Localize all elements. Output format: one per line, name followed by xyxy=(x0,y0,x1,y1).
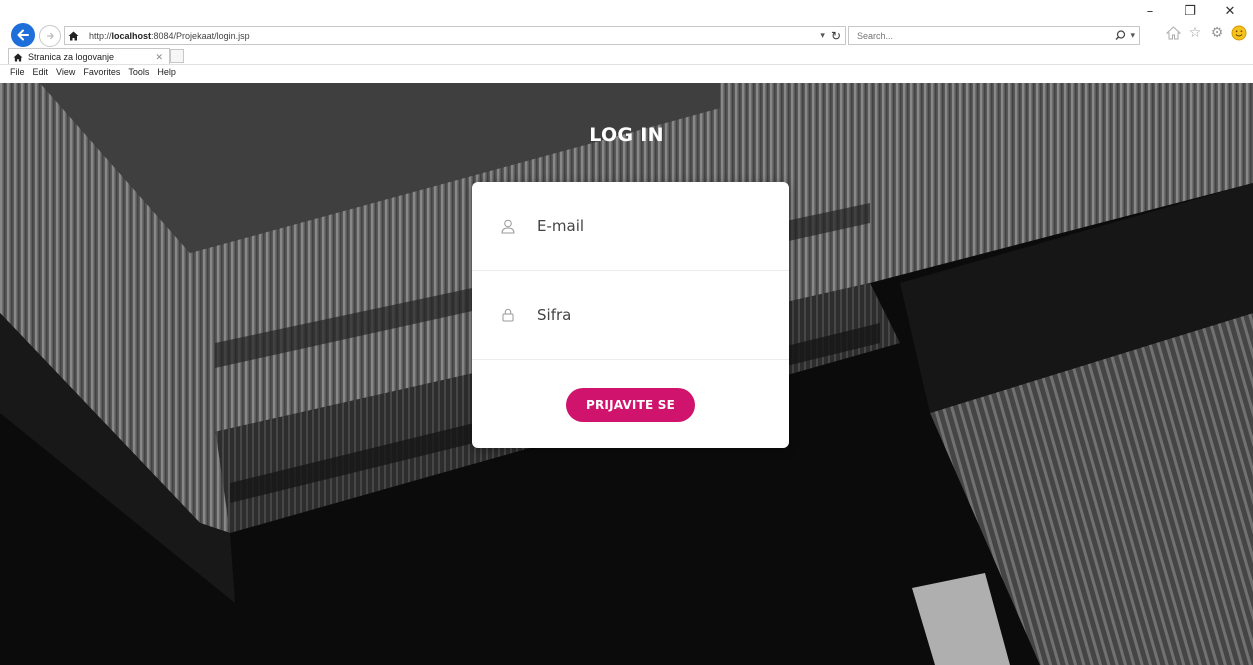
search-input[interactable] xyxy=(855,29,1089,42)
tab-strip-divider xyxy=(0,64,1253,65)
url-text[interactable]: http://localhost:8084/Projekaat/login.js… xyxy=(89,31,250,41)
minimize-button[interactable]: – xyxy=(1141,4,1159,19)
menu-view[interactable]: View xyxy=(56,67,75,77)
browser-chrome: – ❐ ✕ http://localhost:8084/Projekaat/lo… xyxy=(0,0,1253,84)
close-window-button[interactable]: ✕ xyxy=(1221,4,1239,19)
menu-favorites[interactable]: Favorites xyxy=(83,67,120,77)
browser-tab[interactable]: Stranica za logovanje ✕ xyxy=(8,48,170,65)
email-input[interactable] xyxy=(535,216,769,236)
address-bar[interactable]: http://localhost:8084/Projekaat/login.js… xyxy=(64,26,846,45)
forward-button[interactable] xyxy=(39,25,61,47)
tab-title: Stranica za logovanje xyxy=(28,52,115,62)
home-icon[interactable] xyxy=(1165,25,1181,41)
settings-gear-icon[interactable]: ⚙ xyxy=(1209,25,1225,41)
back-arrow-icon xyxy=(17,29,29,41)
forward-arrow-icon xyxy=(47,32,54,40)
smiley-feedback-icon[interactable] xyxy=(1231,25,1247,41)
refresh-icon[interactable]: ↻ xyxy=(831,29,841,43)
home-page-icon xyxy=(68,31,82,41)
login-submit-button[interactable]: PRIJAVITE SE xyxy=(566,388,695,422)
menu-help[interactable]: Help xyxy=(157,67,176,77)
search-box[interactable]: ▾ xyxy=(848,26,1140,45)
new-tab-button[interactable] xyxy=(170,49,184,63)
window-controls: – ❐ ✕ xyxy=(1141,4,1239,19)
user-icon xyxy=(500,219,516,234)
restore-button[interactable]: ❐ xyxy=(1181,4,1199,19)
lock-icon xyxy=(500,308,516,322)
menu-edit[interactable]: Edit xyxy=(33,67,49,77)
search-icon[interactable] xyxy=(1115,30,1126,41)
search-dropdown-icon[interactable]: ▾ xyxy=(1130,30,1135,41)
email-row xyxy=(472,182,789,271)
dropdown-arrow-icon[interactable]: ▾ xyxy=(820,30,825,41)
favorites-star-icon[interactable]: ☆ xyxy=(1187,25,1203,41)
back-button[interactable] xyxy=(11,23,35,47)
page-title: LOG IN xyxy=(589,124,664,146)
browser-toolbar-icons: ☆ ⚙ xyxy=(1165,25,1247,41)
login-form-card: PRIJAVITE SE xyxy=(472,182,789,448)
menu-bar: File Edit View Favorites Tools Help xyxy=(10,67,176,77)
menu-tools[interactable]: Tools xyxy=(128,67,149,77)
tab-home-icon xyxy=(13,52,23,62)
password-input[interactable] xyxy=(535,305,769,325)
tab-close-icon[interactable]: ✕ xyxy=(155,52,163,63)
password-row xyxy=(472,271,789,360)
menu-file[interactable]: File xyxy=(10,67,25,77)
page-viewport: LOG IN PRIJAVITE SE xyxy=(0,83,1253,665)
